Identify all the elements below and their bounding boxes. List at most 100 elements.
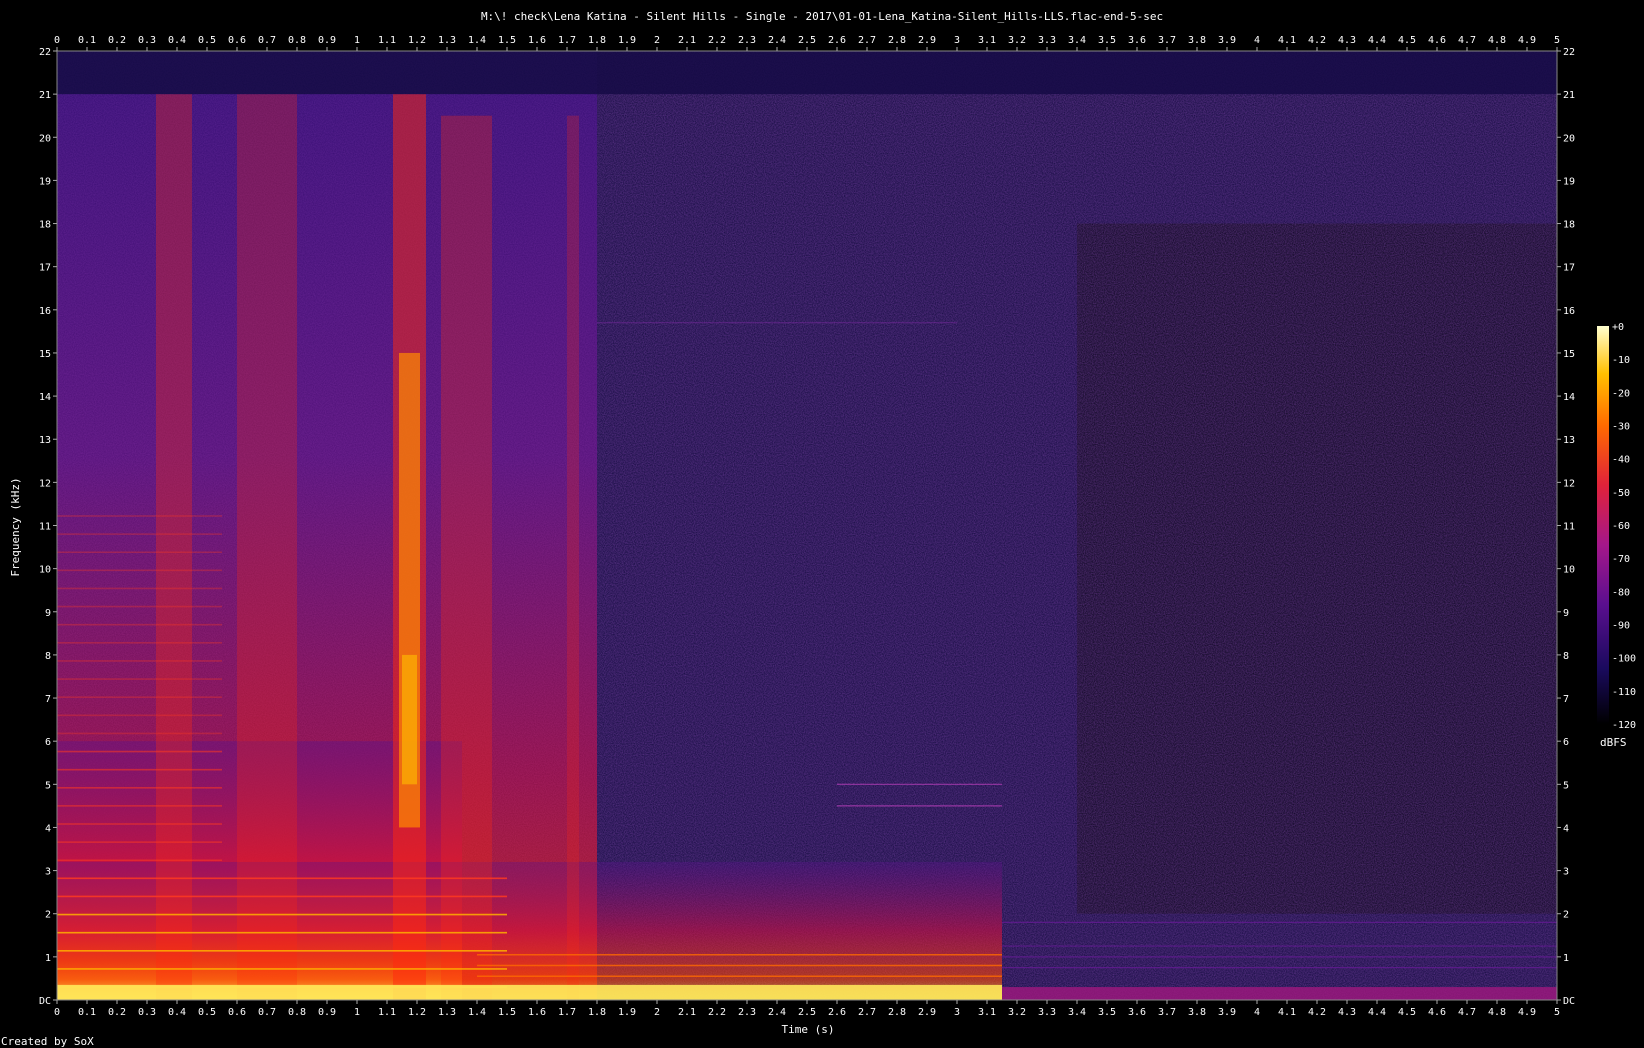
- y-tick-label-right: 6: [1563, 737, 1569, 748]
- y-tick-label-right: 5: [1563, 780, 1569, 791]
- x-tick-label: 0.4: [168, 1007, 186, 1018]
- x-tick-label-top: 0.9: [318, 35, 336, 46]
- y-tick-label-right: 8: [1563, 651, 1569, 662]
- x-tick-label: 4: [1254, 1007, 1260, 1018]
- x-tick-label: 3.3: [1038, 1007, 1056, 1018]
- x-tick-label: 4.7: [1458, 1007, 1476, 1018]
- colorbar-scale: [1597, 326, 1609, 724]
- x-tick-label: 1.3: [438, 1007, 456, 1018]
- y-tick-label: 11: [39, 522, 51, 533]
- y-tick-label: 7: [45, 694, 51, 705]
- x-tick-label: 1.1: [378, 1007, 396, 1018]
- spectrogram-chart: M:\! check\Lena Katina - Silent Hills - …: [1, 10, 1636, 1048]
- x-tick-label: 4.1: [1278, 1007, 1296, 1018]
- y-tick-label: 2: [45, 910, 51, 921]
- x-tick-label-top: 3.5: [1098, 35, 1116, 46]
- x-tick-label: 2.5: [798, 1007, 816, 1018]
- y-tick-label: 12: [39, 478, 51, 489]
- x-tick-label-top: 3.7: [1158, 35, 1176, 46]
- y-tick-label-right: 14: [1563, 392, 1575, 403]
- chart-title: M:\! check\Lena Katina - Silent Hills - …: [481, 10, 1163, 23]
- y-tick-label-right: 7: [1563, 694, 1569, 705]
- x-tick-label: 2.4: [768, 1007, 786, 1018]
- y-tick-label-right: 16: [1563, 306, 1575, 317]
- x-tick-label-top: 4.1: [1278, 35, 1296, 46]
- x-tick-label-top: 2.4: [768, 35, 786, 46]
- x-tick-label: 0.1: [78, 1007, 96, 1018]
- x-tick-label-top: 5: [1554, 35, 1560, 46]
- x-tick-label: 3.1: [978, 1007, 996, 1018]
- y-tick-label-right: 2: [1563, 910, 1569, 921]
- x-tick-label: 0.3: [138, 1007, 156, 1018]
- x-tick-label-top: 2: [654, 35, 660, 46]
- y-tick-label: 16: [39, 306, 51, 317]
- y-tick-label: 21: [39, 90, 51, 101]
- x-tick-label: 4.9: [1518, 1007, 1536, 1018]
- x-tick-label-top: 3: [954, 35, 960, 46]
- x-tick-label-top: 0.5: [198, 35, 216, 46]
- x-tick-label: 4.4: [1368, 1007, 1386, 1018]
- y-tick-label: 6: [45, 737, 51, 748]
- x-tick-label: 1.5: [498, 1007, 516, 1018]
- x-tick-label-top: 2.1: [678, 35, 696, 46]
- x-tick-label: 0.6: [228, 1007, 246, 1018]
- x-tick-label: 2.2: [708, 1007, 726, 1018]
- y-tick-label: 19: [39, 176, 51, 187]
- colorbar-tick-label: -120: [1612, 720, 1636, 731]
- y-tick-label: 20: [39, 133, 51, 144]
- x-tick-label: 1.8: [588, 1007, 606, 1018]
- x-tick-label-top: 3.6: [1128, 35, 1146, 46]
- y-tick-label-right: 20: [1563, 133, 1575, 144]
- x-tick-label-top: 1.7: [558, 35, 576, 46]
- y-axis-label: Frequency (kHz): [9, 477, 22, 576]
- x-tick-label-top: 4.8: [1488, 35, 1506, 46]
- transient-burst: [567, 115, 579, 1001]
- x-tick-label: 0: [54, 1007, 60, 1018]
- y-tick-label: 10: [39, 565, 51, 576]
- colorbar-label: dBFS: [1600, 736, 1627, 749]
- x-tick-label-top: 0.6: [228, 35, 246, 46]
- colorbar-tick-label: -60: [1612, 521, 1630, 532]
- y-tick-label-right: 15: [1563, 349, 1575, 360]
- low-band-energy: [57, 861, 1002, 1000]
- band-limit-region: [57, 51, 1557, 95]
- x-tick-label-top: 4.9: [1518, 35, 1536, 46]
- x-tick-label: 3.9: [1218, 1007, 1236, 1018]
- x-tick-label-top: 1.1: [378, 35, 396, 46]
- x-tick-label-top: 1.5: [498, 35, 516, 46]
- x-tick-label: 1.4: [468, 1007, 486, 1018]
- y-tick-label-right: 4: [1563, 823, 1569, 834]
- colorbar-tick-label: -10: [1612, 355, 1630, 366]
- x-tick-label-top: 4.6: [1428, 35, 1446, 46]
- x-tick-label: 4.2: [1308, 1007, 1326, 1018]
- colorbar-tick-label: -110: [1612, 687, 1636, 698]
- y-tick-label-right: 18: [1563, 220, 1575, 231]
- x-tick-label: 0.2: [108, 1007, 126, 1018]
- x-tick-label: 0.9: [318, 1007, 336, 1018]
- colorbar-tick-label: -50: [1612, 488, 1630, 499]
- x-tick-label-top: 1.2: [408, 35, 426, 46]
- y-tick-label-right: 13: [1563, 435, 1575, 446]
- x-tick-label-top: 1.9: [618, 35, 636, 46]
- transient-burst: [237, 94, 297, 1001]
- x-tick-label-top: 1.6: [528, 35, 546, 46]
- x-tick-label-top: 2.6: [828, 35, 846, 46]
- y-tick-label: 15: [39, 349, 51, 360]
- x-tick-label: 2.9: [918, 1007, 936, 1018]
- x-tick-label-top: 0.3: [138, 35, 156, 46]
- x-tick-label: 1.2: [408, 1007, 426, 1018]
- x-tick-label: 1.9: [618, 1007, 636, 1018]
- x-tick-label-top: 0.2: [108, 35, 126, 46]
- x-tick-label: 2.3: [738, 1007, 756, 1018]
- x-tick-label-top: 2.9: [918, 35, 936, 46]
- x-tick-label: 2.6: [828, 1007, 846, 1018]
- x-tick-label-top: 3.1: [978, 35, 996, 46]
- y-tick-label-right: 21: [1563, 90, 1575, 101]
- x-tick-label: 0.5: [198, 1007, 216, 1018]
- x-tick-label-top: 3.3: [1038, 35, 1056, 46]
- y-tick-label-right: 12: [1563, 478, 1575, 489]
- transient-burst: [441, 115, 492, 1001]
- x-tick-label: 4.3: [1338, 1007, 1356, 1018]
- x-tick-label: 4.8: [1488, 1007, 1506, 1018]
- x-tick-label: 4.6: [1428, 1007, 1446, 1018]
